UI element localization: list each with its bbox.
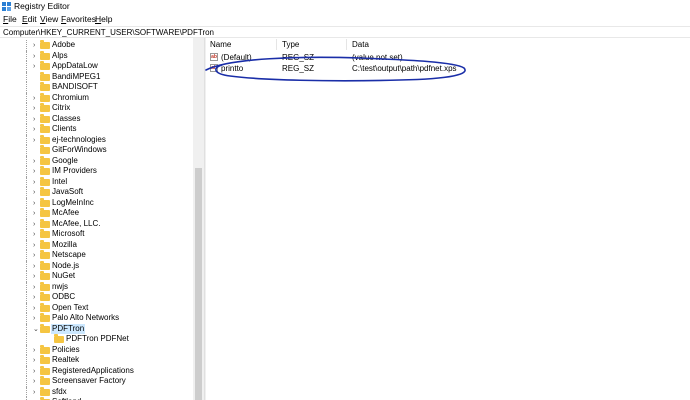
hand-drawn-circle-annotation (205, 56, 466, 82)
